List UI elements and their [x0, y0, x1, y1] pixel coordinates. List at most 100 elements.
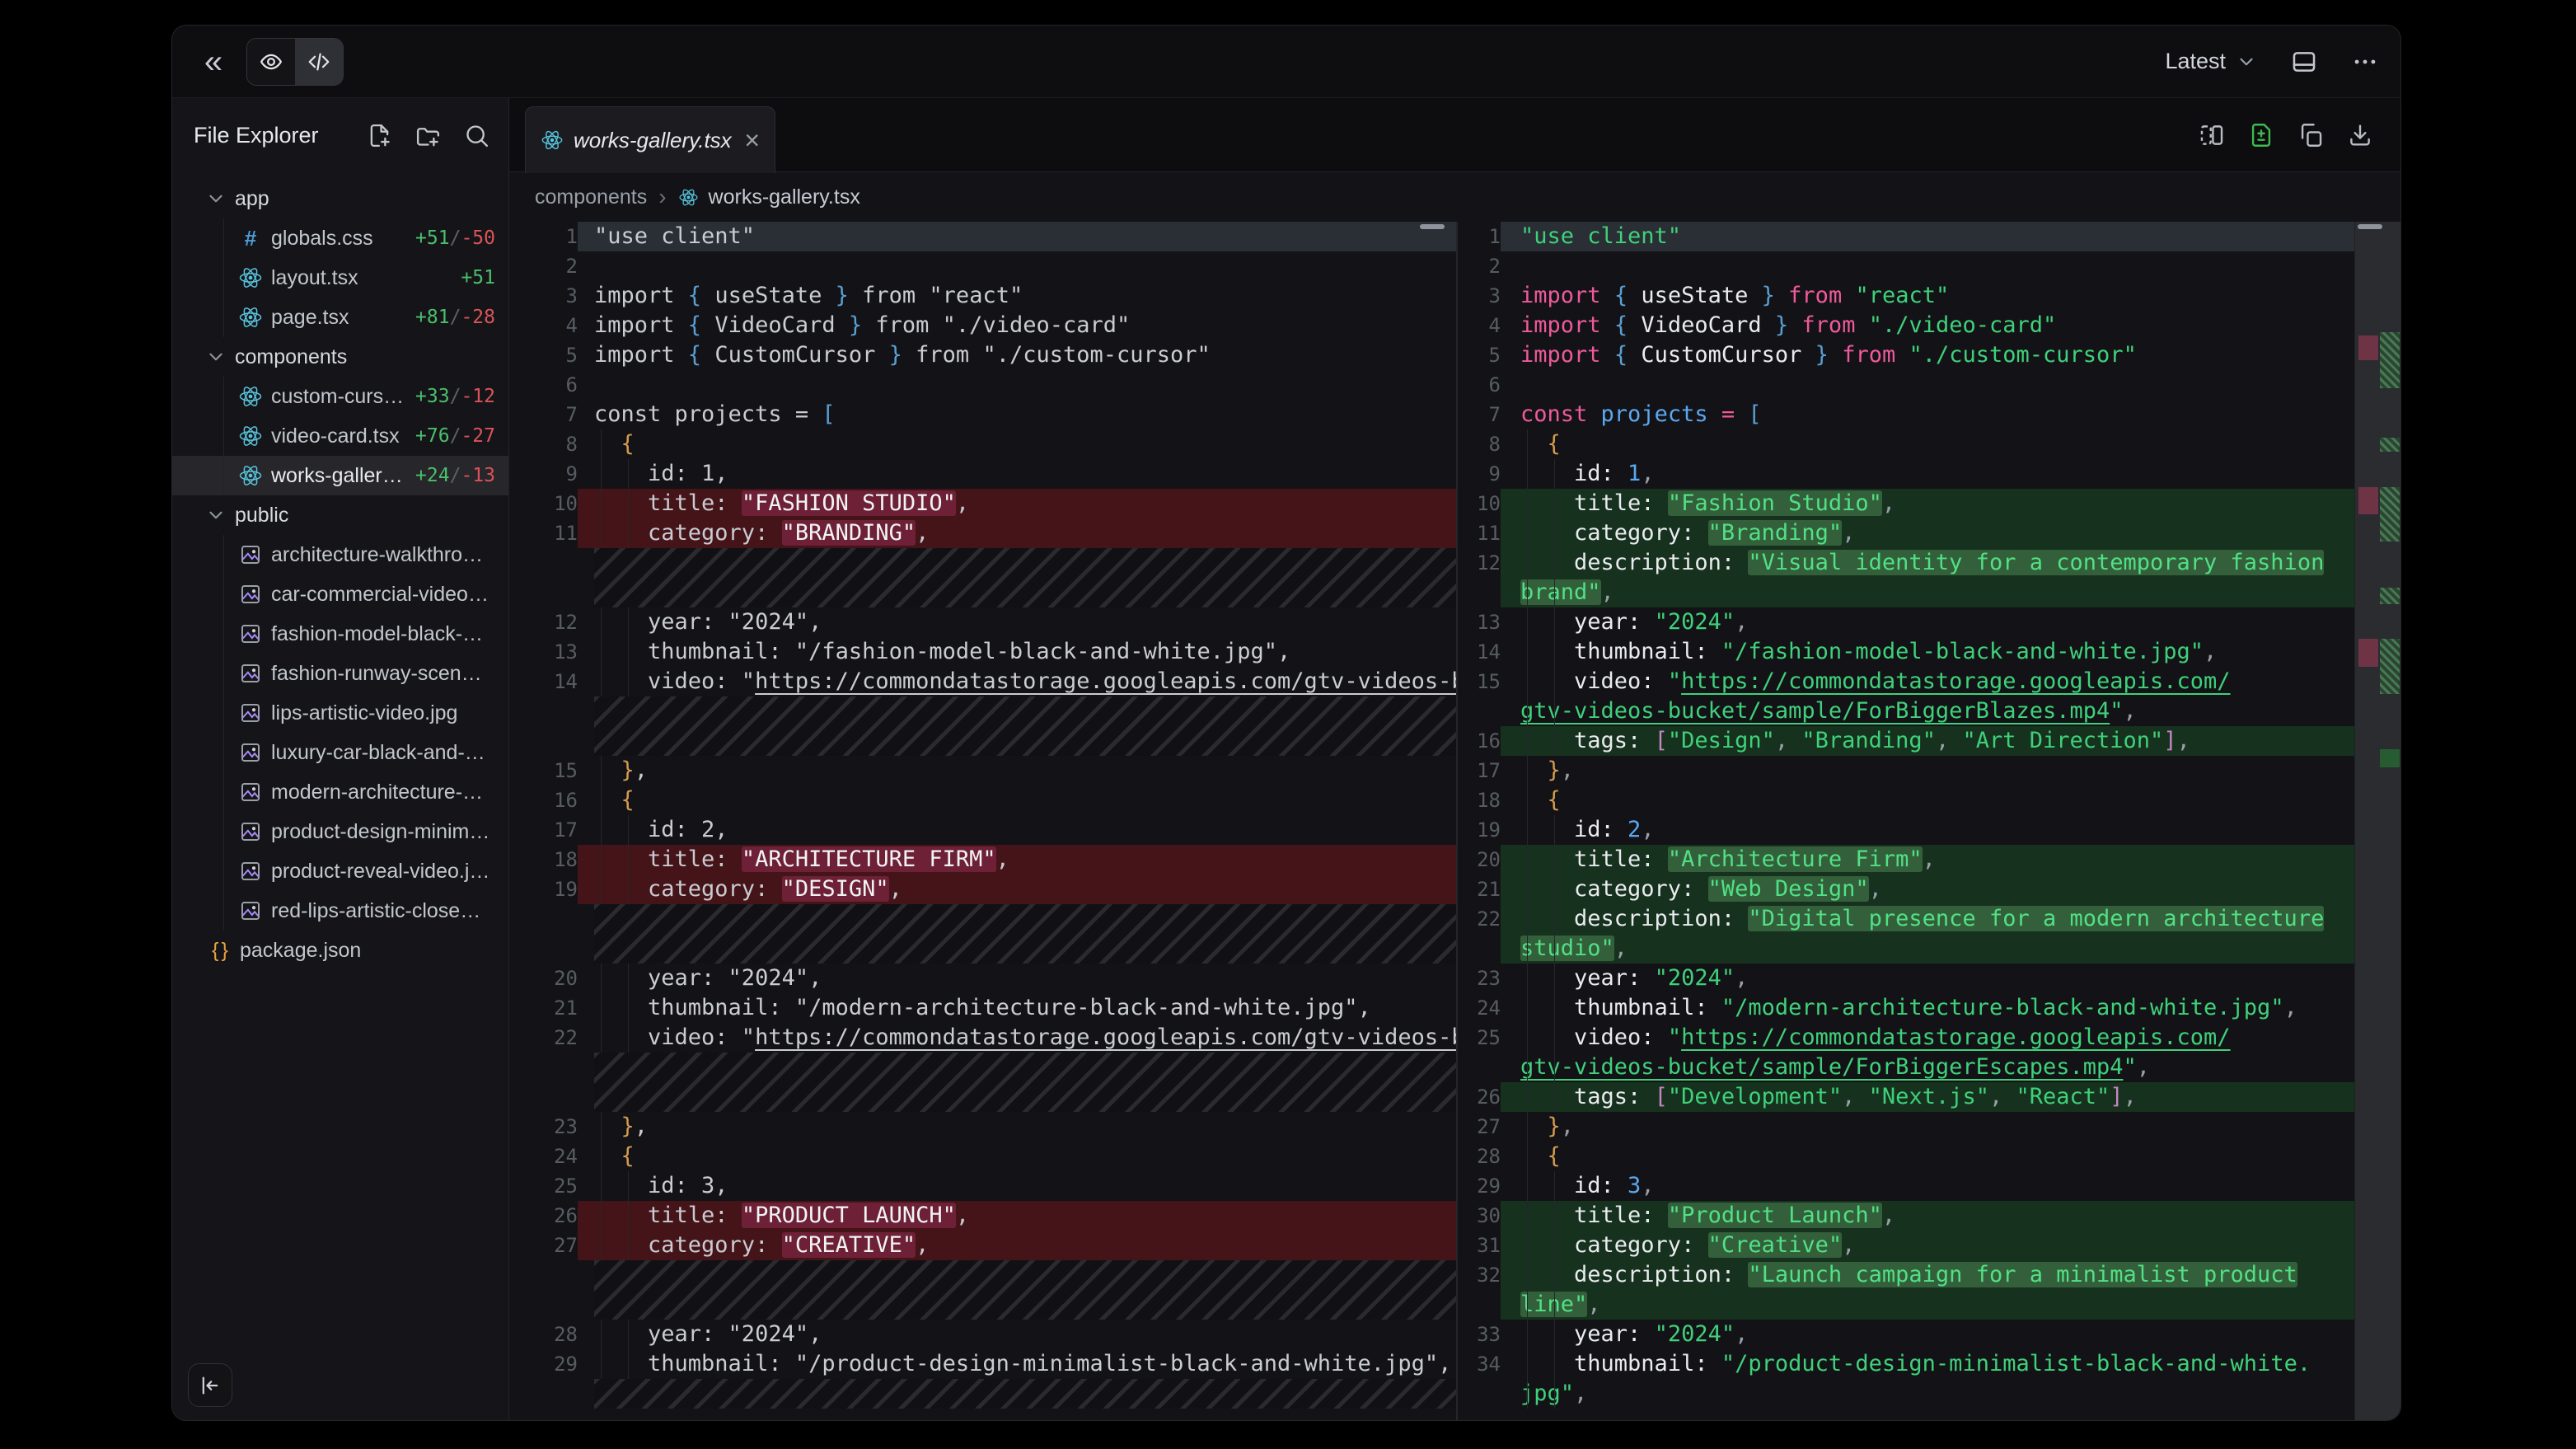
code-text[interactable]: category: "Creative", [1501, 1231, 2354, 1260]
panel-layout-icon[interactable] [2290, 48, 2318, 76]
code-text[interactable]: thumbnail: "/fashion-model-black-and-whi… [1501, 637, 2354, 667]
code-text[interactable]: import { useState } from "react" [578, 281, 1456, 311]
code-text[interactable]: id: 3, [1501, 1171, 2354, 1201]
code-text[interactable]: thumbnail: "/modern-architecture-black-a… [578, 993, 1456, 1023]
code-text[interactable]: title: "FASHION STUDIO", [578, 489, 1456, 518]
sidebar-item-custom-curs-[interactable]: custom-curs…+33/-12 [172, 377, 508, 416]
sidebar-item-video-card.tsx[interactable]: video-card.tsx+76/-27 [172, 416, 508, 456]
sidebar-item-works-galler-[interactable]: works-galler…+24/-13 [172, 456, 508, 495]
copy-icon[interactable] [2297, 121, 2325, 149]
sidebar-folder-public[interactable]: public [172, 495, 508, 535]
code-text[interactable]: description: "Launch campaign for a mini… [1501, 1260, 2354, 1290]
code-text[interactable]: thumbnail: "/modern-architecture-black-a… [1501, 993, 2354, 1023]
new-file-icon[interactable] [366, 122, 393, 149]
code-text[interactable]: }, [578, 756, 1456, 785]
sidebar-item-package.json[interactable]: { }package.json [172, 931, 508, 970]
code-text[interactable]: const projects = [ [1501, 400, 2354, 429]
code-text[interactable]: }, [1501, 1112, 2354, 1142]
code-text[interactable] [578, 370, 1456, 400]
sidebar-item-page.tsx[interactable]: page.tsx+81/-28 [172, 298, 508, 337]
code-text[interactable]: "use client" [1501, 222, 2354, 251]
code-text[interactable]: thumbnail: "/fashion-model-black-and-whi… [578, 637, 1456, 667]
breadcrumb-folder[interactable]: components [535, 185, 647, 209]
sidebar-item-product-design-minim-[interactable]: product-design-minim… [172, 812, 508, 851]
code-text[interactable]: { [578, 785, 1456, 815]
diff-overview-ruler[interactable] [2354, 222, 2400, 1420]
code-text[interactable]: video: "https://commondatastorage.google… [578, 667, 1456, 696]
sidebar-item-red-lips-artistic-close-[interactable]: red-lips-artistic-close… [172, 891, 508, 931]
breadcrumb-file[interactable]: works-gallery.tsx [678, 185, 860, 209]
sidebar-folder-app[interactable]: app [172, 179, 508, 218]
code-text[interactable]: category: "Branding", [1501, 518, 2354, 548]
code-text[interactable]: category: "Web Design", [1501, 875, 2354, 904]
code-text[interactable]: id: 1, [578, 459, 1456, 489]
collapse-panel-icon[interactable]: « [194, 42, 233, 82]
new-folder-icon[interactable] [415, 122, 442, 149]
split-editor-icon[interactable] [2198, 121, 2226, 149]
version-dropdown[interactable]: Latest [2165, 49, 2257, 74]
file-diff-icon[interactable] [2247, 121, 2275, 149]
code-text[interactable]: tags: ["Development", "Next.js", "React"… [1501, 1082, 2354, 1112]
sidebar-item-fashion-runway-scen-[interactable]: fashion-runway-scen… [172, 654, 508, 693]
code-text[interactable]: description: "Visual identity for a cont… [1501, 548, 2354, 578]
code-text[interactable]: video: "https://commondatastorage.google… [578, 1023, 1456, 1053]
code-text[interactable]: studio", [1501, 934, 2354, 964]
sidebar-item-product-reveal-video.j-[interactable]: product-reveal-video.j… [172, 851, 508, 891]
code-text[interactable]: import { VideoCard } from "./video-card" [1501, 311, 2354, 340]
code-text[interactable]: category: "DESIGN", [578, 875, 1456, 904]
code-text[interactable]: import { CustomCursor } from "./custom-c… [578, 340, 1456, 370]
code-text[interactable]: import { CustomCursor } from "./custom-c… [1501, 340, 2354, 370]
code-text[interactable]: category: "CREATIVE", [578, 1231, 1456, 1260]
code-text[interactable]: import { useState } from "react" [1501, 281, 2354, 311]
scrollbar-thumb[interactable] [2358, 224, 2382, 229]
sidebar-item-fashion-model-black-[interactable]: fashion-model-black-… [172, 614, 508, 654]
code-text[interactable]: }, [578, 1112, 1456, 1142]
code-text[interactable]: thumbnail: "/product-design-minimalist-b… [578, 1349, 1456, 1379]
sidebar-item-modern-architecture-[interactable]: modern-architecture-… [172, 772, 508, 812]
code-text[interactable] [1501, 251, 2354, 281]
code-text[interactable]: title: "PRODUCT LAUNCH", [578, 1201, 1456, 1231]
code-text[interactable]: { [1501, 429, 2354, 459]
sidebar-item-car-commercial-video-[interactable]: car-commercial-video… [172, 574, 508, 614]
code-text[interactable]: gtv-videos-bucket/sample/ForBiggerBlazes… [1501, 696, 2354, 726]
code-text[interactable]: video: "https://commondatastorage.google… [1501, 667, 2354, 696]
code-text[interactable]: tags: ["Design", "Branding", "Art Direct… [1501, 726, 2354, 756]
code-text[interactable]: year: "2024", [578, 1320, 1456, 1349]
tab-works-gallery[interactable]: works-gallery.tsx × [525, 106, 775, 173]
collapse-sidebar-icon[interactable] [188, 1363, 232, 1407]
code-text[interactable]: jpg", [1501, 1379, 2354, 1409]
code-text[interactable]: { [578, 1142, 1456, 1171]
sidebar-folder-components[interactable]: components [172, 337, 508, 377]
sidebar-item-globals.css[interactable]: #globals.css+51/-50 [172, 218, 508, 258]
more-options-icon[interactable] [2351, 48, 2379, 76]
code-text[interactable]: }, [1501, 756, 2354, 785]
code-text[interactable]: title: "Product Launch", [1501, 1201, 2354, 1231]
search-icon[interactable] [463, 122, 490, 149]
code-text[interactable]: id: 1, [1501, 459, 2354, 489]
code-text[interactable]: title: "Fashion Studio", [1501, 489, 2354, 518]
code-text[interactable]: line", [1501, 1290, 2354, 1320]
code-text[interactable]: description: "Digital presence for a mod… [1501, 904, 2354, 934]
code-text[interactable]: category: "BRANDING", [578, 518, 1456, 548]
code-text[interactable]: "use client" [578, 222, 1456, 251]
code-text[interactable]: import { VideoCard } from "./video-card" [578, 311, 1456, 340]
code-text[interactable]: year: "2024", [578, 964, 1456, 993]
code-text[interactable]: year: "2024", [1501, 964, 2354, 993]
code-text[interactable]: { [578, 429, 1456, 459]
code-text[interactable]: year: "2024", [1501, 1320, 2354, 1349]
code-text[interactable] [578, 251, 1456, 281]
code-text[interactable]: { [1501, 785, 2354, 815]
scrollbar-thumb[interactable] [1420, 224, 1445, 229]
code-text[interactable]: gtv-videos-bucket/sample/ForBiggerEscape… [1501, 1053, 2354, 1082]
code-text[interactable]: video: "https://commondatastorage.google… [1501, 1023, 2354, 1053]
code-text[interactable]: year: "2024", [578, 607, 1456, 637]
code-view-icon[interactable] [295, 39, 343, 85]
code-text[interactable]: thumbnail: "/product-design-minimalist-b… [1501, 1349, 2354, 1379]
code-text[interactable]: id: 2, [578, 815, 1456, 845]
code-text[interactable]: id: 3, [578, 1171, 1456, 1201]
code-text[interactable]: brand", [1501, 578, 2354, 607]
code-text[interactable]: const projects = [ [578, 400, 1456, 429]
code-text[interactable]: id: 2, [1501, 815, 2354, 845]
code-text[interactable]: year: "2024", [1501, 607, 2354, 637]
preview-eye-icon[interactable] [247, 39, 295, 85]
